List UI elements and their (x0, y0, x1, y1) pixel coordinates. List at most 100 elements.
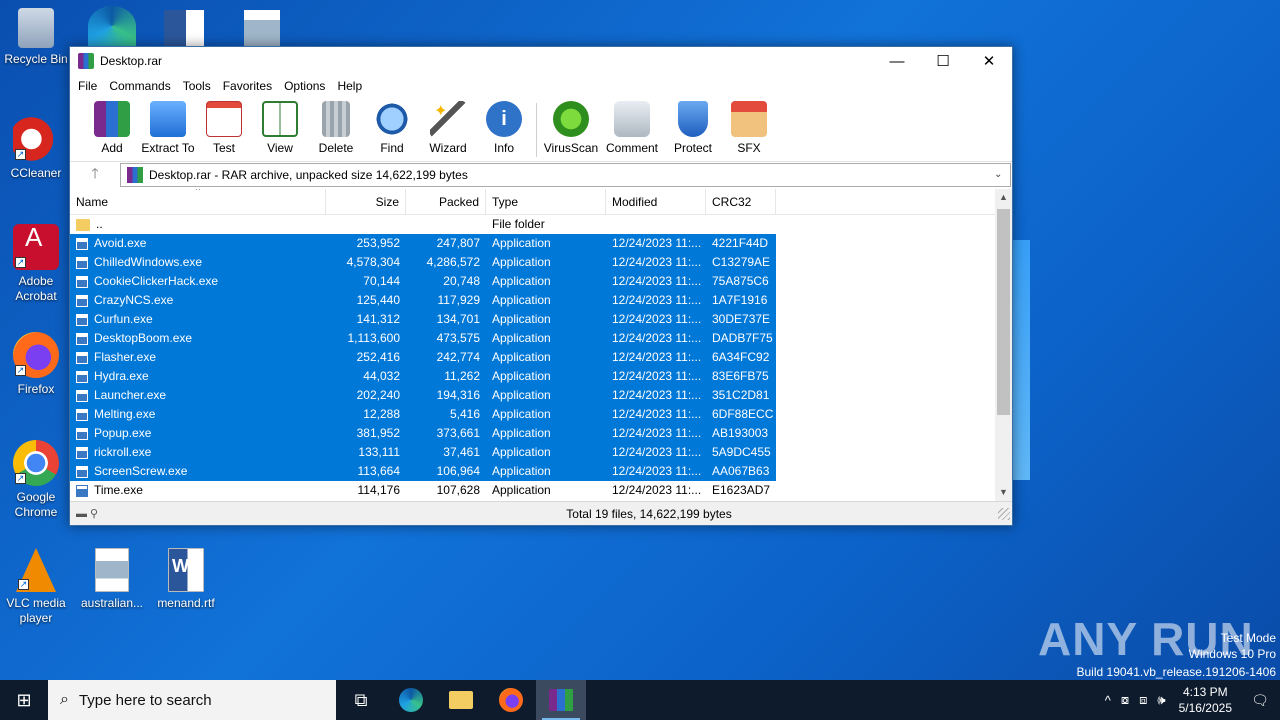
address-dropdown[interactable]: Desktop.rar - RAR archive, unpacked size… (120, 162, 1011, 187)
clock[interactable]: 4:13 PM 5/16/2025 (1171, 684, 1240, 716)
menu-favorites[interactable]: Favorites (217, 79, 278, 93)
menu-commands[interactable]: Commands (103, 79, 176, 93)
file-row[interactable]: Flasher.exe 252,416 242,774 Application 12/2… (70, 348, 996, 367)
up-arrow-icon[interactable]: 🡑 (70, 163, 120, 187)
scroll-up-icon[interactable]: ▲ (995, 189, 1012, 206)
start-button[interactable]: ⊞ (0, 680, 48, 720)
scroll-down-icon[interactable]: ▼ (995, 484, 1012, 501)
network-icon[interactable]: ⧈ (1134, 692, 1152, 708)
cell-modified: 12/24/2023 11:... (606, 272, 706, 291)
test-mode-label: Test Mode (1220, 631, 1276, 645)
cell-modified: 12/24/2023 11:... (612, 483, 702, 497)
column-modified[interactable]: Modified (606, 189, 706, 215)
shortcut-arrow-icon: ↗ (15, 473, 26, 484)
virusscan-button[interactable]: VirusScan (543, 99, 599, 155)
device-icon[interactable]: ⧇ (1116, 692, 1134, 708)
desktop-icon-ccleaner[interactable]: ↗ CCleaner (0, 116, 72, 181)
taskbar-edge[interactable] (386, 680, 436, 720)
file-row[interactable]: Avoid.exe 253,952 247,807 Application 12/24/… (70, 234, 996, 253)
menu-file[interactable]: File (72, 79, 103, 93)
column-size[interactable]: Size (326, 189, 406, 215)
cell-crc: 5A9DC455 (706, 443, 776, 462)
file-row[interactable]: Curfun.exe 141,312 134,701 Application 12/24… (70, 310, 996, 329)
desktop-icon-menand[interactable]: W menand.rtf (150, 548, 222, 611)
file-row[interactable]: Hydra.exe 44,032 11,262 Application 12/24/20… (70, 367, 996, 386)
file-row[interactable]: ChilledWindows.exe 4,578,304 4,286,572 Appl… (70, 253, 996, 272)
comment-button[interactable]: Comment (599, 99, 665, 155)
menu-options[interactable]: Options (278, 79, 331, 93)
file-row[interactable]: rickroll.exe 133,111 37,461 Application 12/2… (70, 443, 996, 462)
test-clipboard-icon (206, 101, 242, 137)
taskbar-winrar[interactable] (536, 680, 586, 720)
file-row[interactable]: Launcher.exe 202,240 194,316 Application 12/… (70, 386, 996, 405)
cell-size: 253,952 (326, 234, 406, 253)
cell-name: Hydra.exe (70, 367, 326, 386)
add-button[interactable]: Add (84, 99, 140, 155)
parent-folder-row[interactable]: .. File folder (70, 215, 996, 234)
cell-type: Application (486, 291, 606, 310)
vertical-scrollbar[interactable]: ▲ ▼ (995, 189, 1012, 501)
extract-to-button[interactable]: Extract To (140, 99, 196, 155)
cell-type: Application (486, 253, 606, 272)
magnifier-icon (374, 101, 410, 137)
desktop-icon-label: CCleaner (10, 166, 62, 180)
column-crc32[interactable]: CRC32 (706, 189, 776, 215)
file-row[interactable]: Popup.exe 381,952 373,661 Application 12/24/… (70, 424, 996, 443)
resize-grip[interactable] (998, 507, 1010, 520)
view-button[interactable]: View (252, 99, 308, 155)
test-button[interactable]: Test (196, 99, 252, 155)
desktop-icon-recycle-bin[interactable]: Recycle Bin (0, 8, 72, 67)
minimize-button[interactable]: — (874, 47, 920, 75)
file-row[interactable]: DesktopBoom.exe 1,113,600 473,575 Applicati… (70, 329, 996, 348)
desktop-icon-australian[interactable]: australian... (76, 548, 148, 611)
edge-icon (399, 688, 423, 712)
cell-crc: AB193003 (706, 424, 776, 443)
file-row[interactable]: Time.exe 114,176 107,628 Application 12/24/2… (70, 481, 996, 500)
cell-name: Avoid.exe (70, 234, 326, 253)
chevron-up-icon[interactable]: ^ (1100, 693, 1116, 708)
sort-ascending-icon: ^ (196, 189, 201, 195)
desktop-icon-acrobat[interactable]: A ↗ Adobe Acrobat (0, 224, 72, 304)
file-row[interactable]: Melting.exe 12,288 5,416 Application 12/24/2… (70, 405, 996, 424)
image-file-icon[interactable] (244, 10, 280, 46)
folder-icon (76, 218, 90, 231)
cell-crc: E1623AD7 (712, 483, 771, 497)
cell-type: Application (486, 462, 606, 481)
file-row[interactable]: CookieClickerHack.exe 70,144 20,748 Applica… (70, 272, 996, 291)
find-button[interactable]: Find (364, 99, 420, 155)
wizard-button[interactable]: ✦ Wizard (420, 99, 476, 155)
delete-button[interactable]: Delete (308, 99, 364, 155)
taskbar-search[interactable]: ⌕ Type here to search (48, 680, 336, 720)
close-button[interactable]: ✕ (966, 47, 1012, 75)
info-button[interactable]: i Info (476, 99, 532, 155)
task-view-button[interactable]: ⧉ (336, 680, 386, 720)
taskbar-file-explorer[interactable] (436, 680, 486, 720)
wallpaper-light-beam (1010, 240, 1030, 480)
title-bar[interactable]: Desktop.rar — ☐ ✕ (70, 47, 1012, 75)
edge-desktop-icon[interactable] (88, 6, 136, 46)
chevron-down-icon[interactable]: ⌄ (994, 169, 1010, 180)
column-packed[interactable]: Packed (406, 189, 486, 215)
file-row[interactable]: CrazyNCS.exe 125,440 117,929 Application 12/… (70, 291, 996, 310)
scroll-thumb[interactable] (997, 209, 1010, 415)
drive-icons[interactable]: ▬ ⚲ (70, 507, 160, 520)
menu-tools[interactable]: Tools (177, 79, 217, 93)
notification-icon[interactable]: 🗨 (1240, 692, 1280, 709)
cell-packed: 106,964 (406, 462, 486, 481)
taskbar: ⊞ ⌕ Type here to search ⧉ ^ ⧇ ⧈ 🕪 4:13 P… (0, 680, 1280, 720)
desktop-icon-vlc[interactable]: ↗ VLC media player (0, 548, 72, 626)
column-type[interactable]: Type (486, 189, 606, 215)
word-doc-icon[interactable] (164, 10, 204, 46)
taskbar-firefox[interactable] (486, 680, 536, 720)
ccleaner-icon: ↗ (13, 116, 59, 162)
maximize-button[interactable]: ☐ (920, 47, 966, 75)
cell-modified: 12/24/2023 11:... (606, 329, 706, 348)
menu-help[interactable]: Help (331, 79, 368, 93)
sfx-button[interactable]: SFX (721, 99, 777, 155)
extract-folder-icon (150, 101, 186, 137)
file-row[interactable]: ScreenScrew.exe 113,664 106,964 Application… (70, 462, 996, 481)
desktop-icon-chrome[interactable]: ↗ Google Chrome (0, 440, 72, 520)
desktop-icon-firefox[interactable]: ↗ Firefox (0, 332, 72, 397)
protect-button[interactable]: Protect (665, 99, 721, 155)
volume-icon[interactable]: 🕪 (1152, 692, 1170, 708)
